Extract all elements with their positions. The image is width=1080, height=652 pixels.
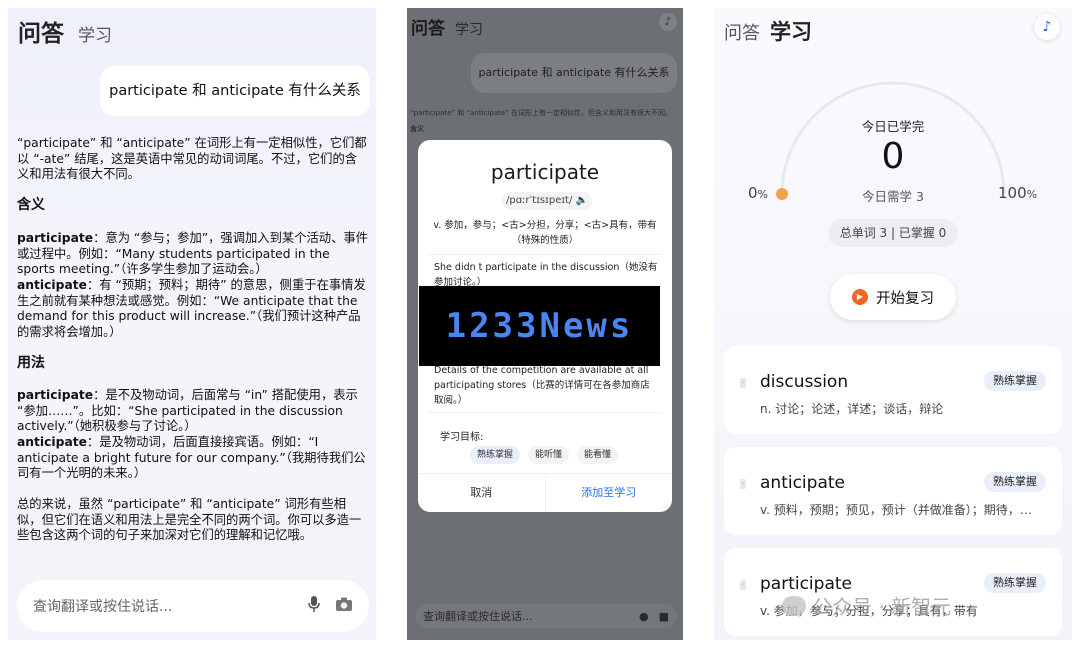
chat-panel-main: 问答 学习 participate 和 anticipate 有什么关系 “pa…: [8, 8, 376, 640]
divider: [428, 412, 662, 413]
popup-word: participate: [490, 160, 600, 184]
play-icon: ▶: [852, 289, 868, 305]
phonetic-pill[interactable]: /pɑːrˈtɪsɪpeɪt/ 🔈: [502, 192, 592, 210]
keyword-participate-usage: participate: [17, 388, 94, 402]
gauge-min-value: 0: [748, 184, 758, 202]
word-meaning: n. 讨论；论述，详述；谈话，辩论: [760, 402, 944, 416]
camera-icon[interactable]: [335, 596, 353, 616]
drag-handle-icon[interactable]: ·: [740, 479, 746, 489]
music-note-icon[interactable]: ♪: [659, 13, 677, 31]
meaning-anticipate: anticipate：有 “预期；预料；期待” 的意思，侧重于在事情发生之前就有…: [17, 278, 369, 340]
tab-qa[interactable]: 问答: [411, 14, 445, 39]
today-learned-value: 0: [881, 136, 905, 177]
tab-study[interactable]: 学习: [455, 19, 483, 39]
meaning-heading: 含义: [17, 197, 45, 213]
gauge-max: 100%: [998, 184, 1037, 202]
popup-footer: 取消 添加至学习: [418, 473, 672, 512]
keyword-anticipate-usage: anticipate: [17, 435, 87, 449]
microphone-icon[interactable]: [307, 595, 321, 617]
top-tabs-dim: 问答 学习: [411, 14, 483, 39]
keyword-anticipate: anticipate: [17, 278, 87, 292]
chip-master[interactable]: 熟练掌握: [470, 446, 521, 464]
answer-intro-text: “participate” 和 “anticipate” 在词形上有一定相似性，…: [17, 136, 367, 181]
chip-listen[interactable]: 能听懂: [528, 446, 570, 464]
query-input-bar[interactable]: 查询翻译或按住说话...: [17, 580, 369, 632]
wechat-logo-icon: [782, 595, 806, 616]
word-title: anticipate: [760, 473, 845, 493]
mastery-badge[interactable]: 熟练掌握: [984, 573, 1046, 593]
query-input[interactable]: 查询翻译或按住说话...: [423, 608, 629, 624]
meaning-participate: participate：意为 “参与；参加”，强调加入到某个活动、事件或过程中。…: [17, 231, 369, 278]
gauge-min: 0%: [748, 184, 768, 202]
mastery-badge[interactable]: 熟练掌握: [984, 371, 1046, 391]
study-panel: 问答 学习 ♪ 今日已学完 0 今日需学 3 0% 100% 总单词 3 | 已…: [714, 8, 1072, 640]
meaning-section: 含义: [17, 197, 369, 214]
cancel-button[interactable]: 取消: [418, 474, 546, 512]
camera-icon[interactable]: ■: [659, 610, 669, 623]
music-note-icon[interactable]: ♪: [1034, 14, 1060, 40]
phonetic-text: /pɑːrˈtɪsɪpeɪt/: [505, 195, 573, 206]
percent-sign: %: [1026, 188, 1038, 201]
dimmed-answer-line: “participate” 和 “anticipate” 在词形上有一定相似性，…: [410, 109, 673, 117]
speaker-icon[interactable]: 🔈: [576, 195, 588, 206]
chip-read[interactable]: 能看懂: [577, 446, 619, 464]
dimmed-meaning-heading: 含义: [410, 125, 424, 133]
mastery-badge[interactable]: 熟练掌握: [984, 472, 1046, 492]
popup-definition: v. 参加，参与；<古>分担，分享；<古>具有，带有（特殊的性质）: [433, 220, 657, 246]
news-watermark-banner: 1233News: [419, 286, 660, 366]
percent-sign: %: [757, 188, 768, 201]
start-review-label: 开始复习: [876, 290, 934, 307]
usage-heading: 用法: [17, 355, 45, 371]
drag-handle-icon[interactable]: ·: [740, 580, 746, 590]
word-meaning: v. 预料，预期；预见，预计（并做准备）；期待，盼望: [760, 503, 1032, 517]
study-goal-label: 学习目标:: [440, 432, 484, 443]
answer-summary: 总的来说，虽然 “participate” 和 “anticipate” 词形有…: [17, 497, 369, 544]
tab-qa[interactable]: 问答: [724, 19, 760, 45]
top-tabs: 问答 学习: [18, 14, 112, 48]
microphone-icon[interactable]: ●: [639, 610, 649, 623]
word-card[interactable]: · anticipate v. 预料，预期；预见，预计（并做准备）；期待，盼望 …: [724, 447, 1062, 535]
usage-participate: participate：是不及物动词，后面常与 “in” 搭配使用，表示 “参加…: [17, 388, 369, 435]
add-to-study-button[interactable]: 添加至学习: [546, 474, 673, 512]
start-review-button[interactable]: ▶ 开始复习: [830, 274, 956, 320]
chat-panel-popup: 问答 学习 ♪ participate 和 anticipate 有什么关系 “…: [407, 8, 683, 640]
query-input-bar[interactable]: 查询翻译或按住说话... ● ■: [415, 604, 677, 628]
tab-qa[interactable]: 问答: [18, 14, 64, 48]
word-title: discussion: [760, 372, 849, 392]
drag-handle-icon[interactable]: ·: [740, 378, 746, 388]
watermark-text: 公众号 · 新智元: [812, 595, 952, 619]
divider: [428, 254, 662, 255]
word-card[interactable]: · discussion n. 讨论；论述，详述；谈话，辩论 熟练掌握: [724, 346, 1062, 434]
study-goal-chips: 熟练掌握 能听懂 能看懂: [470, 446, 619, 464]
user-question-bubble: participate 和 anticipate 有什么关系: [100, 66, 370, 116]
gauge-max-value: 100: [998, 184, 1027, 202]
usage-section: 用法: [17, 355, 369, 372]
query-input[interactable]: 查询翻译或按住说话...: [33, 596, 293, 616]
answer-intro: “participate” 和 “anticipate” 在词形上有一定相似性，…: [17, 136, 369, 183]
today-learned-label: 今日已学完: [861, 119, 925, 134]
answer-summary-text: 总的来说，虽然 “participate” 和 “anticipate” 词形有…: [17, 497, 362, 542]
keyword-participate: participate: [17, 231, 94, 245]
wechat-watermark: 公众号 · 新智元: [782, 591, 951, 620]
top-tabs: 问答 学习: [724, 16, 812, 46]
popup-example-2: Details of the competition are available…: [434, 365, 650, 406]
tab-study[interactable]: 学习: [770, 16, 812, 46]
tab-study[interactable]: 学习: [78, 21, 112, 46]
user-question-bubble: participate 和 anticipate 有什么关系: [471, 53, 677, 93]
usage-anticipate: anticipate：是及物动词，后面直接接宾语。例如：“I anticipat…: [17, 435, 369, 482]
word-stats: 总单词 3 | 已掌握 0: [828, 219, 958, 247]
